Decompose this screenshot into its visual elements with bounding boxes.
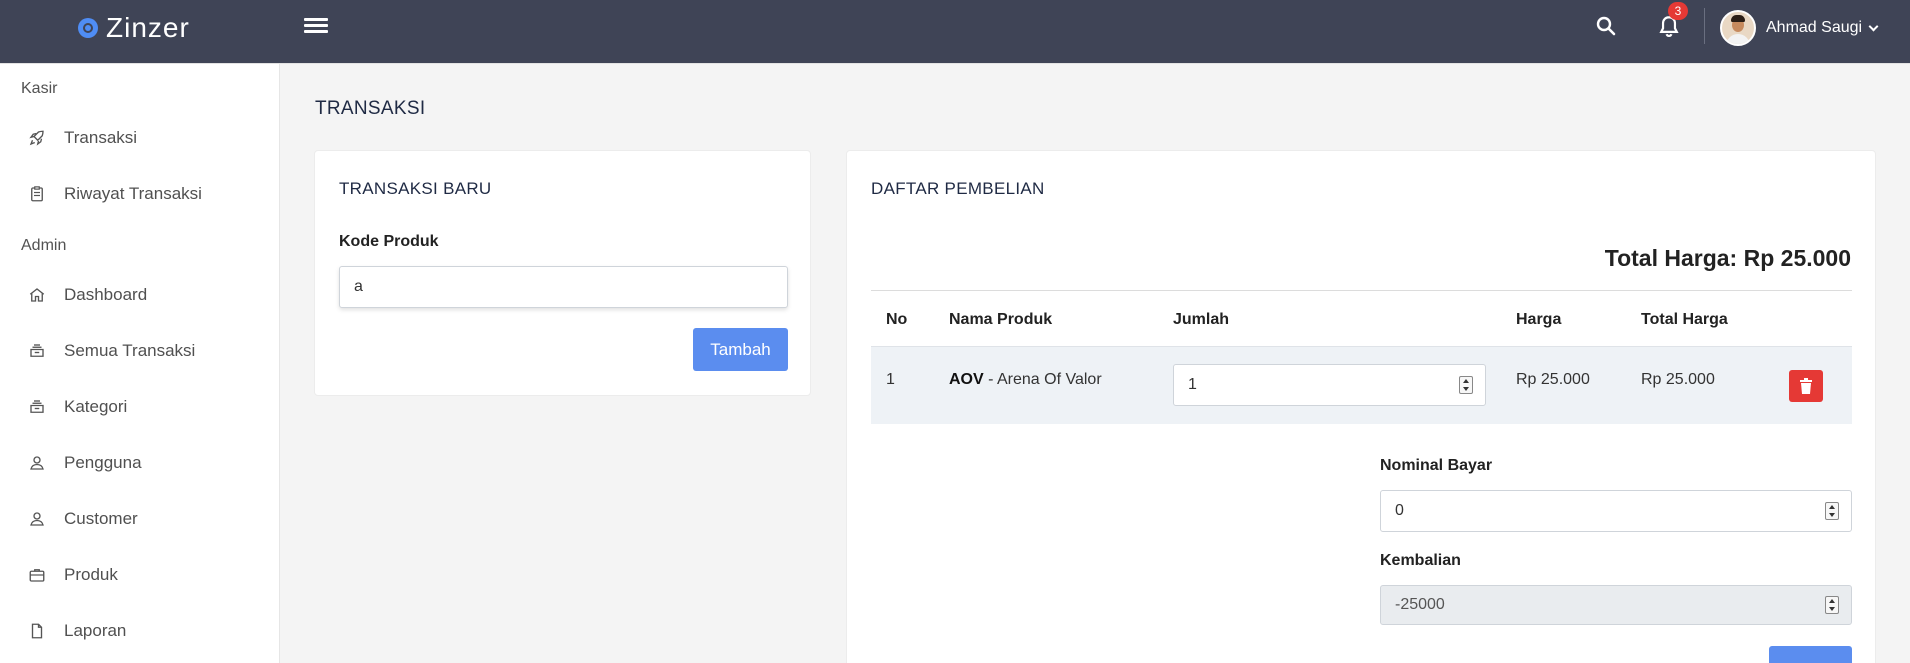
stepper-arrows-icon[interactable] — [1825, 502, 1839, 520]
sidebar-item-laporan[interactable]: Laporan — [0, 608, 279, 654]
sidebar-item-riwayat-transaksi[interactable]: Riwayat Transaksi — [0, 171, 279, 217]
file-icon — [28, 622, 46, 640]
sidebar-item-label: Transaksi — [64, 128, 138, 147]
notification-badge: 3 — [1668, 2, 1688, 20]
product-code-label: Kode Produk — [339, 233, 439, 250]
change-value: -25000 — [1395, 596, 1445, 613]
row-total: Rp 25.000 — [1641, 371, 1715, 388]
rocket-icon — [28, 129, 46, 147]
row-no: 1 — [886, 371, 895, 388]
sidebar-section-admin: Admin — [21, 237, 67, 254]
product-code-input[interactable]: a — [339, 266, 788, 308]
sidebar-item-label: Produk — [64, 565, 118, 584]
sidebar-item-label: Dashboard — [64, 285, 148, 304]
sidebar: Kasir Transaksi Riwayat Transaksi Admin … — [0, 64, 280, 663]
brand-logo-icon — [78, 18, 98, 38]
search-icon[interactable] — [1594, 14, 1618, 38]
user-name: Ahmad Saugi — [1766, 19, 1863, 36]
layers-icon — [28, 342, 46, 360]
user-menu[interactable]: Ahmad Saugi — [1720, 10, 1879, 46]
change-input: -25000 — [1380, 585, 1852, 625]
page-title: TRANSAKSI — [315, 98, 426, 119]
brand-name: Zinzer — [106, 12, 190, 43]
user-icon — [28, 510, 46, 528]
chevron-down-icon — [1868, 21, 1879, 31]
sidebar-item-label: Pengguna — [64, 453, 142, 472]
change-label: Kembalian — [1380, 552, 1461, 569]
stepper-arrows-icon[interactable] — [1459, 376, 1473, 394]
sidebar-item-label: Riwayat Transaksi — [64, 184, 202, 203]
sidebar-item-customer[interactable]: Customer — [0, 496, 279, 542]
layers-icon — [28, 398, 46, 416]
sidebar-item-produk[interactable]: Produk — [0, 552, 279, 598]
card-title: TRANSAKSI BARU — [339, 179, 492, 198]
sidebar-item-label: Kategori — [64, 397, 128, 416]
total-price: Total Harga: Rp 25.000 — [1604, 245, 1851, 271]
column-header-no: No — [886, 311, 908, 328]
quantity-value: 1 — [1188, 376, 1197, 393]
user-icon — [28, 454, 46, 472]
row-price: Rp 25.000 — [1516, 371, 1590, 388]
new-transaction-card: TRANSAKSI BARU Kode Produk a Tambah — [314, 150, 811, 396]
sidebar-item-kategori[interactable]: Kategori — [0, 384, 279, 430]
pay-amount-label: Nominal Bayar — [1380, 457, 1493, 474]
sidebar-item-semua-transaksi[interactable]: Semua Transaksi — [0, 328, 279, 374]
sidebar-item-dashboard[interactable]: Dashboard — [0, 272, 279, 318]
row-product-title: - Arena Of Valor — [983, 371, 1102, 388]
topbar-divider — [1704, 8, 1705, 44]
home-icon — [28, 286, 46, 304]
briefcase-icon — [28, 566, 46, 584]
submit-button[interactable] — [1769, 646, 1852, 663]
sidebar-item-label: Laporan — [64, 621, 127, 640]
quantity-stepper[interactable]: 1 — [1173, 364, 1486, 406]
clipboard-icon — [28, 185, 46, 203]
sidebar-item-label: Semua Transaksi — [64, 341, 196, 360]
menu-toggle-icon[interactable] — [304, 16, 328, 38]
avatar — [1720, 10, 1756, 46]
sidebar-item-label: Customer — [64, 509, 138, 528]
add-button[interactable]: Tambah — [693, 328, 788, 371]
delete-item-button[interactable] — [1789, 370, 1823, 402]
column-header-total-harga: Total Harga — [1641, 311, 1728, 328]
brand[interactable]: Zinzer — [78, 12, 190, 44]
card-title: DAFTAR PEMBELIAN — [871, 179, 1045, 198]
column-header-harga: Harga — [1516, 311, 1562, 328]
purchase-list-card: DAFTAR PEMBELIAN Total Harga: Rp 25.000 … — [846, 150, 1876, 663]
top-navbar: Zinzer 3 Ahmad Saugi — [0, 0, 1910, 64]
row-product-code: AOV — [949, 371, 984, 388]
column-header-jumlah: Jumlah — [1173, 311, 1230, 328]
divider — [871, 290, 1852, 291]
sidebar-item-pengguna[interactable]: Pengguna — [0, 440, 279, 486]
product-code-value: a — [354, 278, 363, 295]
pay-amount-value: 0 — [1395, 502, 1404, 519]
row-product-name: AOV - Arena Of Valor — [949, 371, 1102, 389]
sidebar-section-kasir: Kasir — [21, 80, 58, 97]
trash-icon — [1800, 378, 1812, 394]
sidebar-item-transaksi[interactable]: Transaksi — [0, 115, 279, 161]
pay-amount-input[interactable]: 0 — [1380, 490, 1852, 532]
column-header-nama-produk: Nama Produk — [949, 311, 1053, 328]
stepper-arrows-icon — [1825, 596, 1839, 614]
